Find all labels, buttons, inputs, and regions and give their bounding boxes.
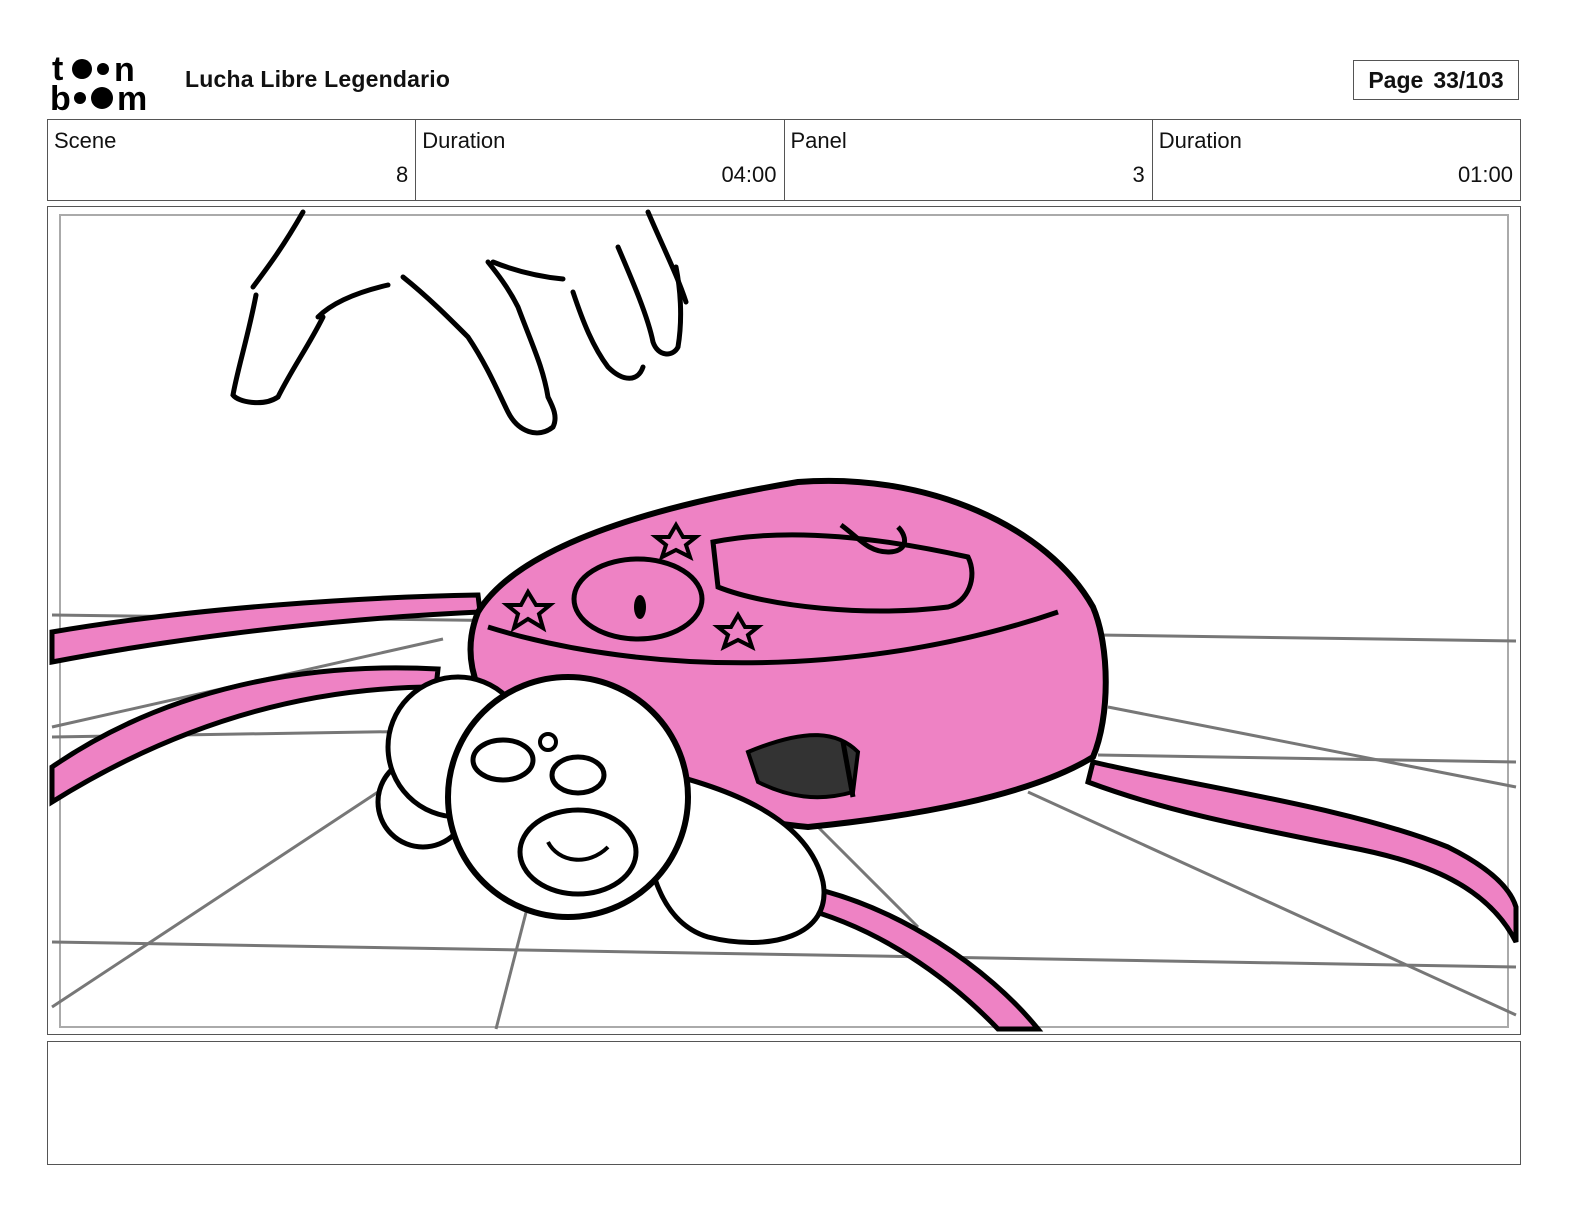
page-number: 33/103 [1433,66,1504,93]
panel-duration-cell: Duration 01:00 [1153,120,1520,200]
hand-sketch [230,209,689,436]
svg-text:b: b [50,80,71,112]
panel-duration-label: Duration [1158,128,1242,153]
storyboard-panel [47,206,1521,1035]
project-title: Lucha Libre Legendario [185,66,451,92]
panel-duration-value: 01:00 [1457,162,1513,187]
scene-label: Scene [54,128,117,153]
scene-duration-value: 04:00 [721,162,777,187]
panel-notes-box[interactable] [47,1041,1521,1165]
scene-duration-label: Duration [422,128,506,153]
panel-cell: Panel 3 [785,120,1153,200]
panel-label: Panel [790,128,847,153]
svg-text:m: m [117,80,147,112]
panel-info-bar: Scene 8 Duration 04:00 Panel 3 Duration … [47,119,1521,201]
page-label: Page [1368,66,1424,93]
panel-sketch-image [49,209,1519,1032]
scene-duration-cell: Duration 04:00 [416,120,785,200]
scene-cell: Scene 8 [48,120,417,200]
scene-value: 8 [396,162,409,187]
page-indicator: Page 33/103 [1353,60,1519,100]
toonboom-logo-icon: t n b m [50,52,147,112]
panel-value: 3 [1132,162,1145,187]
